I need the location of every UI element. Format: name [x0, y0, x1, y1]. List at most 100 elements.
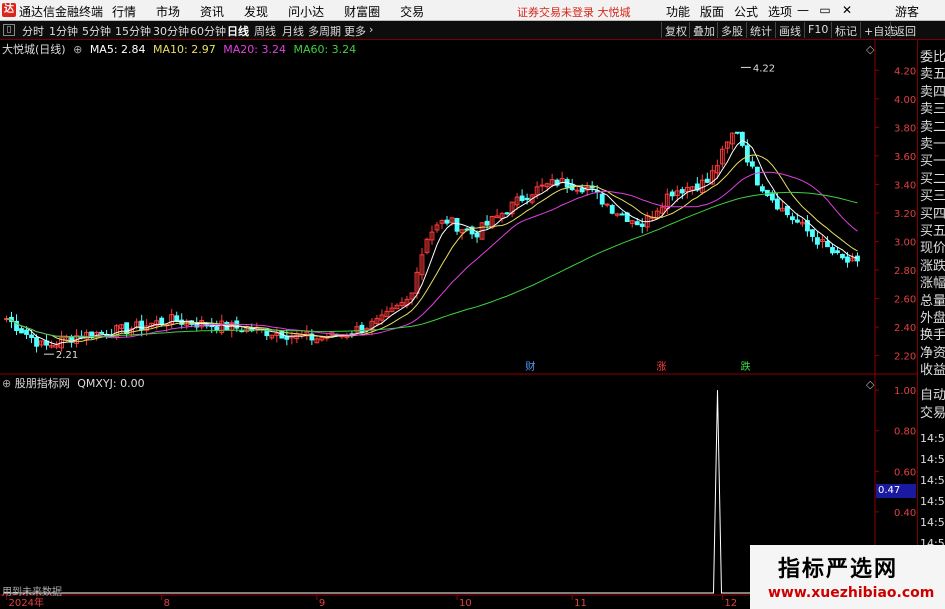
- back-button[interactable]: 返回: [890, 22, 919, 38]
- menu-item-jiaoyi[interactable]: 交易: [400, 3, 424, 20]
- stock-title: 大悦城(日线): [2, 43, 66, 56]
- event-tag: 跌: [741, 360, 751, 373]
- candle-body: [444, 219, 450, 224]
- quote-label: 买二: [920, 171, 945, 187]
- y-tick-label: 2.60: [894, 295, 916, 306]
- period-15min[interactable]: 15分钟: [115, 23, 151, 39]
- menu-item-faxian[interactable]: 发现: [244, 3, 268, 20]
- quote-label: 14:56: [920, 516, 945, 529]
- candle-body: [24, 329, 29, 335]
- period-30min[interactable]: 30分钟: [153, 23, 189, 39]
- candle-body: [669, 191, 675, 197]
- indicator-name: 股朋指标网: [14, 377, 70, 390]
- candle-body: [795, 219, 800, 223]
- ma20-line: [6, 171, 858, 339]
- f10-button[interactable]: F10: [804, 22, 831, 38]
- menu-item-wenxiaoda[interactable]: 问小达: [288, 3, 324, 20]
- quote-label: 卖五: [920, 67, 945, 83]
- collapse-icon: ◇: [866, 378, 875, 391]
- menu-item-zixun[interactable]: 资讯: [200, 3, 224, 20]
- event-tag: 涨: [656, 361, 666, 373]
- quote-label: 14:56: [920, 474, 945, 487]
- panel-toggle-icon[interactable]: ▯: [3, 24, 15, 36]
- maximize-icon[interactable]: ▭: [818, 2, 832, 18]
- candle-body: [769, 192, 775, 201]
- app-logo-icon: 达: [2, 3, 16, 17]
- y-tick-label: 3.40: [894, 180, 916, 191]
- menu-item-gongneng[interactable]: 功能: [666, 3, 690, 20]
- quote-label: 委比: [920, 50, 945, 65]
- candle-body: [474, 232, 480, 238]
- main-chart-info: 大悦城(日线) ⊕ MA5: 2.84 MA10: 2.97 MA20: 3.2…: [2, 41, 360, 56]
- chart-canvas[interactable]: ◇ ◇ 4.20 4.00 3.80 3.60 3.40 3.20 3.00 2.80 2.60 2.…: [0, 40, 917, 609]
- quote-label: 收益: [920, 363, 945, 379]
- user-label[interactable]: 游客: [895, 3, 919, 20]
- candle-body: [609, 205, 615, 214]
- sub-settings-icon[interactable]: ⊕: [2, 377, 11, 390]
- sub-y-tick-label: 0.40: [894, 508, 916, 519]
- period-more-arrow-icon[interactable]: ›: [369, 23, 373, 36]
- candle-body: [34, 336, 39, 347]
- period-60min[interactable]: 60分钟: [190, 23, 226, 39]
- sub-y-tick-label: 1.00: [894, 386, 916, 397]
- future-data-note: 用到未来数据: [2, 587, 62, 598]
- quote-label: 卖一: [920, 137, 945, 152]
- login-notice[interactable]: 证券交易未登录 大悦城: [517, 4, 631, 20]
- menu-item-hangqing[interactable]: 行情: [112, 3, 136, 20]
- close-icon[interactable]: ✕: [840, 2, 854, 18]
- x-tick-label: 11: [574, 598, 587, 609]
- quote-label: 买四: [920, 206, 945, 222]
- huaxian-button[interactable]: 画线: [775, 22, 804, 38]
- menu-item-shichang[interactable]: 市场: [156, 3, 180, 20]
- menu-item-caifuquan[interactable]: 财富圈: [344, 3, 380, 20]
- period-5min[interactable]: 5分钟: [82, 23, 111, 39]
- quote-label: 卖三: [920, 102, 945, 118]
- y-tick-label: 3.80: [894, 123, 916, 134]
- candle-body: [749, 161, 755, 167]
- candle-body: [639, 223, 645, 227]
- candle-body: [739, 131, 745, 146]
- period-multi[interactable]: 多周期: [308, 23, 341, 39]
- period-fenshi[interactable]: 分时: [22, 23, 44, 39]
- candle-body: [599, 193, 605, 205]
- y-tick-label: 2.40: [894, 323, 916, 334]
- watermark: 指标严选网 www.xuezhibiao.com: [750, 545, 945, 609]
- quote-label: 净资: [920, 345, 945, 361]
- quote-label: 总量: [920, 293, 945, 309]
- period-monthly[interactable]: 月线: [282, 23, 304, 39]
- candle-body: [845, 256, 850, 263]
- sub-chart-info: ⊕ 股朋指标网 QMXYJ: 0.00: [2, 375, 145, 391]
- tongji-button[interactable]: 统计: [746, 22, 775, 38]
- y-tick-label: 3.00: [894, 237, 916, 248]
- duogu-button[interactable]: 多股: [717, 22, 746, 38]
- quote-label: 买一: [920, 154, 945, 170]
- event-tag: 财: [525, 360, 535, 373]
- app-title: 通达信金融终端: [19, 5, 104, 19]
- menu-item-gongshi[interactable]: 公式: [734, 3, 758, 20]
- biaoji-button[interactable]: 标记: [831, 22, 860, 38]
- fuquan-button[interactable]: 复权: [661, 22, 690, 38]
- candle-body: [815, 237, 820, 245]
- menu-item-banmian[interactable]: 版面: [700, 3, 724, 20]
- menu-bar: 达 通达信金融终端 行情 市场 资讯 发现 问小达 财富圈 交易 证券交易未登录…: [0, 0, 945, 21]
- quote-label: 14:56: [920, 453, 945, 466]
- candle-body: [744, 145, 750, 163]
- candle-body: [139, 320, 145, 331]
- period-weekly[interactable]: 周线: [254, 23, 276, 39]
- period-more[interactable]: 更多: [344, 23, 366, 39]
- quote-label: 14:56: [920, 495, 945, 508]
- candle-body: [19, 328, 24, 334]
- candle-body: [775, 198, 780, 210]
- diejia-button[interactable]: 叠加: [689, 22, 718, 38]
- period-1min[interactable]: 1分钟: [49, 23, 78, 39]
- indicator-line: [4, 390, 860, 594]
- right-menu: 功能 版面 公式 选项: [666, 3, 802, 20]
- candle-body: [524, 197, 530, 200]
- watermark-title: 指标严选网: [778, 557, 899, 582]
- ma60-line: [6, 191, 858, 338]
- minimize-icon[interactable]: —: [796, 2, 810, 18]
- candle-body: [825, 240, 830, 248]
- settings-icon[interactable]: ⊕: [73, 43, 82, 56]
- menu-item-xuanxiang[interactable]: 选项: [768, 3, 792, 20]
- period-daily[interactable]: 日线: [227, 23, 249, 39]
